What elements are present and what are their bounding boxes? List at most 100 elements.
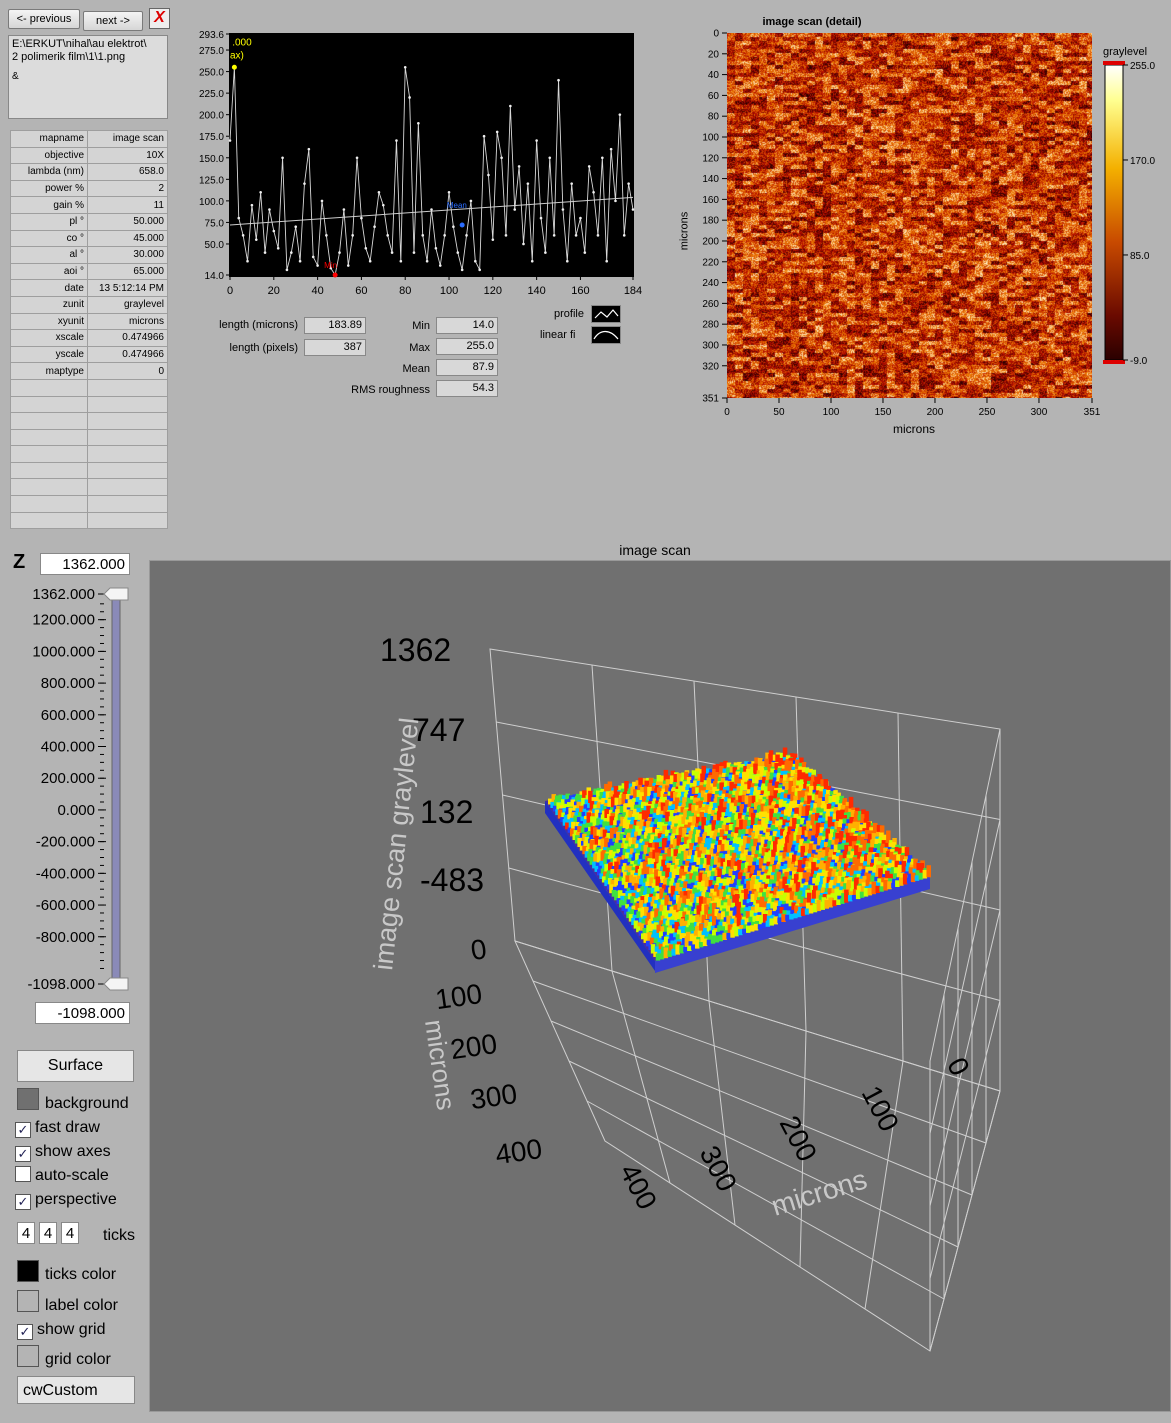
z-max-input[interactable]: 1362.000	[40, 553, 130, 575]
x-axis-tick-label: 100	[856, 1081, 905, 1137]
ticks-label: ticks	[103, 1227, 135, 1244]
auto-scale-checkbox[interactable]: auto-scale	[15, 1166, 109, 1186]
background-color-swatch[interactable]	[17, 1088, 39, 1110]
z-axis-tick-label: 1362	[380, 632, 451, 668]
metadata-empty-cell	[10, 511, 88, 530]
fast-draw-label: fast draw	[35, 1119, 100, 1136]
heatmap-y-tick-label: 100	[702, 132, 719, 143]
x-axis-tick-label: 200	[774, 1111, 823, 1167]
z-label: Z	[13, 551, 26, 573]
metadata-row	[10, 461, 168, 480]
heatmap-x-tick-label: 0	[724, 407, 730, 418]
z-tick-label: 1000.000	[32, 643, 95, 660]
z-tick-label: 600.000	[41, 707, 95, 724]
heatmap-y-tick-label: 240	[702, 278, 719, 289]
y-axis-tick-label: 200	[448, 1028, 499, 1065]
x-axis-tick-label: 400	[614, 1159, 663, 1215]
surface-button[interactable]: Surface	[17, 1050, 134, 1082]
y-axis-tick-label: 100	[433, 978, 484, 1015]
z-scale: 1362.000 1200.000 1000.000 800.000 600.000 40…	[27, 586, 129, 993]
colorbar-bottom-handle[interactable]	[1103, 360, 1125, 364]
grid-color-label: grid color	[45, 1351, 111, 1368]
heatmap-y-tick-label: 60	[708, 91, 720, 102]
z-min-input[interactable]: -1098.000	[35, 1002, 130, 1024]
perspective-check-icon[interactable]: ✓	[15, 1194, 31, 1210]
z-tick-label: 1362.000	[32, 586, 95, 603]
label-color-swatch[interactable]	[17, 1290, 39, 1312]
heatmap-y-tick-label: 160	[702, 195, 719, 206]
heatmap-y-tick-label: 0	[713, 29, 719, 40]
side-wall	[929, 728, 1001, 1352]
fast-draw-checkbox[interactable]: ✓ fast draw	[15, 1118, 100, 1138]
y-axis-tick-label: 0	[469, 933, 489, 966]
auto-scale-check-icon[interactable]	[15, 1166, 31, 1182]
z-tick-label: 200.000	[41, 770, 95, 787]
heatmap-y-tick-label: 140	[702, 174, 719, 185]
z-axis-label: image scan graylevel	[368, 716, 424, 971]
z-tick-label: 0.000	[57, 802, 95, 819]
heatmap-y-tick-label: 220	[702, 257, 719, 268]
perspective-checkbox[interactable]: ✓ perspective	[15, 1190, 117, 1210]
colormap-select[interactable]: cwCustom	[17, 1376, 135, 1404]
background-label: background	[45, 1095, 129, 1112]
x-axis-tick-label: 300	[694, 1141, 743, 1197]
colorbar-tick-label: 85.0	[1130, 251, 1150, 262]
heatmap-y-tick-label: 320	[702, 361, 719, 372]
grid-color-swatch[interactable]	[17, 1345, 39, 1367]
metadata-row	[10, 511, 168, 530]
y-axis-tick-label: 300	[468, 1078, 519, 1115]
z-tick-label: 800.000	[41, 675, 95, 692]
heatmap-y-tick-label: 351	[702, 394, 719, 405]
ticks-y-input[interactable]: 4	[39, 1222, 57, 1244]
grid-line	[568, 1060, 959, 1248]
show-axes-label: show axes	[35, 1143, 111, 1160]
show-axes-check-icon[interactable]: ✓	[15, 1146, 31, 1162]
metadata-empty-cell	[87, 478, 168, 497]
ticks-color-label: ticks color	[45, 1266, 117, 1283]
z-tick-label: -600.000	[36, 897, 95, 914]
z-top-handle[interactable]	[103, 587, 129, 601]
colorbar-tick-label: -9.0	[1130, 356, 1148, 367]
heatmap-x-tick-label: 250	[979, 407, 996, 418]
heatmap-y-tick-label: 200	[702, 236, 719, 247]
auto-scale-label: auto-scale	[35, 1167, 109, 1184]
heatmap-y-tick-label: 300	[702, 340, 719, 351]
z-axis-tick-label: -483	[420, 862, 484, 898]
ticks-z-input[interactable]: 4	[61, 1222, 79, 1244]
z-tick-label: -400.000	[36, 865, 95, 882]
plot3d-view[interactable]: 1362 747 132 -483 0 100 200 300 400 0 100 200 300 400…	[149, 560, 1171, 1412]
x-axis-label: microns	[768, 1163, 871, 1221]
plot3d-canvas[interactable]: 1362747132-48301002003004000100200300400…	[150, 561, 1170, 1411]
z-tick-label: -800.000	[36, 929, 95, 946]
metadata-row	[10, 445, 168, 463]
z-slider-track[interactable]	[111, 593, 121, 985]
show-grid-check-icon[interactable]: ✓	[17, 1324, 33, 1340]
heatmap-y-tick-label: 80	[708, 112, 720, 123]
z-tick-label: -1098.000	[27, 976, 95, 993]
heatmap-ylabel: microns	[678, 211, 691, 251]
heatmap-y-tick-label: 120	[702, 153, 719, 164]
metadata-empty-cell	[87, 495, 168, 513]
heatmap-y-tick-label: 180	[702, 216, 719, 227]
metadata-empty-cell	[10, 495, 88, 513]
metadata-empty-cell	[10, 461, 88, 480]
ticks-color-swatch[interactable]	[17, 1260, 39, 1282]
metadata-empty-cell	[10, 445, 88, 463]
heatmap-x-tick-label: 300	[1031, 407, 1048, 418]
fast-draw-check-icon[interactable]: ✓	[15, 1122, 31, 1138]
heatmap-x-tick-label: 100	[823, 407, 840, 418]
colorbar-top-handle[interactable]	[1103, 61, 1125, 65]
heatmap-xlabel: microns	[893, 422, 936, 436]
perspective-label: perspective	[35, 1191, 117, 1208]
grid-line	[929, 819, 1001, 1134]
heatmap-y-tick-label: 20	[708, 49, 720, 60]
z-tick-label: 1200.000	[32, 612, 95, 629]
z-bottom-handle[interactable]	[103, 977, 129, 991]
show-axes-checkbox[interactable]: ✓ show axes	[15, 1142, 111, 1162]
grid-line	[532, 980, 987, 1144]
colorbar-tick-label: 255.0	[1130, 61, 1155, 72]
heatmap-y-tick-label: 280	[702, 320, 719, 331]
heatmap-x-tick-label: 150	[875, 407, 892, 418]
ticks-x-input[interactable]: 4	[17, 1222, 35, 1244]
show-grid-checkbox[interactable]: ✓ show grid	[17, 1320, 105, 1340]
